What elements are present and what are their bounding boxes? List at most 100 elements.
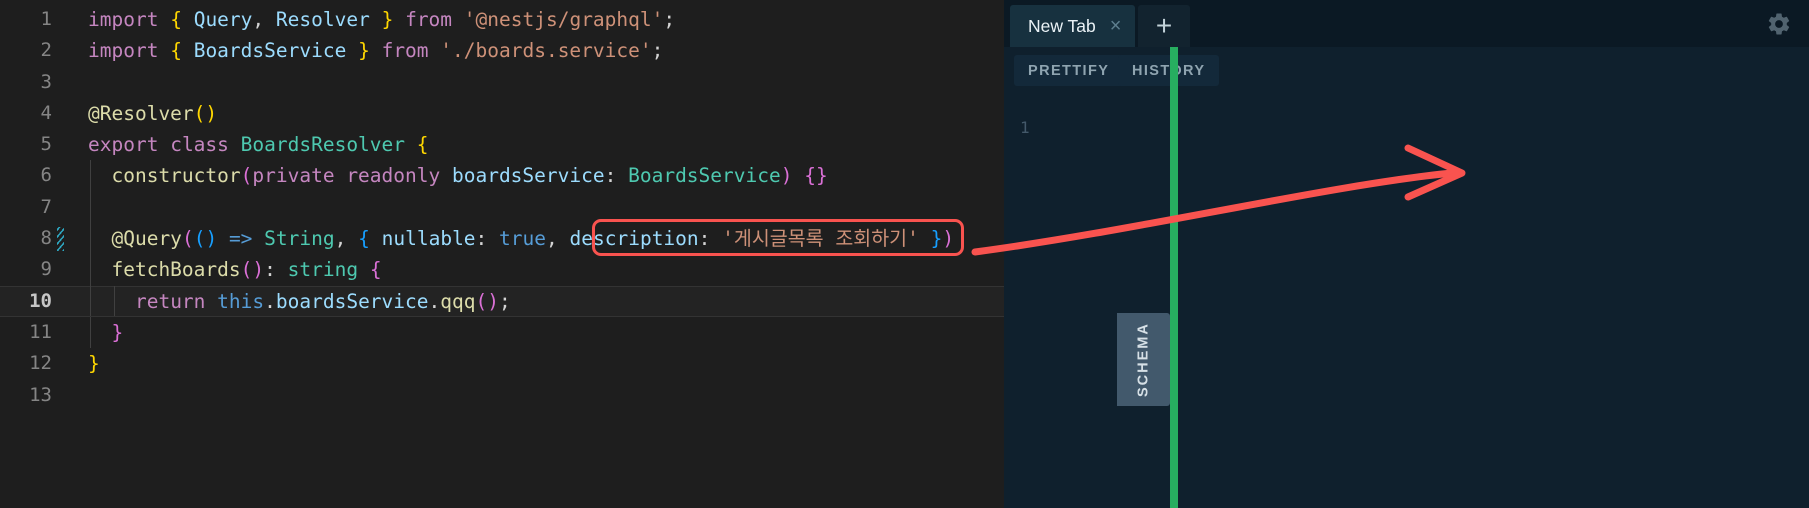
code-lines[interactable]: 1 import { Query, Resolver } from '@nestj… <box>0 4 1004 411</box>
line-content: } <box>88 348 100 379</box>
code-line[interactable]: 9 fetchBoards(): string { <box>0 254 1004 286</box>
line-content: @Resolver() <box>88 98 217 129</box>
code-token: ) <box>487 289 499 313</box>
line-number: 3 <box>40 70 52 93</box>
code-token: Resolver <box>275 8 370 31</box>
line-content: import { BoardsService } from './boards.… <box>88 35 663 66</box>
line-number: 6 <box>40 164 52 187</box>
code-token: qqq <box>440 289 476 313</box>
line-content: @Query(() => String, { nullable: true, d… <box>88 223 954 254</box>
code-token: BoardsService <box>628 164 781 188</box>
code-token: => <box>228 227 253 251</box>
line-number: 1 <box>40 8 52 30</box>
code-token: ( <box>193 101 206 125</box>
code-token: : <box>264 258 276 282</box>
screen-root: 1 import { Query, Resolver } from '@nestj… <box>0 0 1809 508</box>
line-number: 12 <box>29 352 52 375</box>
code-line[interactable]: 8 @Query(() => String, { nullable: true,… <box>0 223 1004 255</box>
code-editor[interactable]: 1 import { Query, Resolver } from '@nestj… <box>0 0 1004 508</box>
code-line[interactable]: 1 import { Query, Resolver } from '@nestj… <box>0 4 1004 35</box>
code-token: String <box>264 227 335 251</box>
prettify-button[interactable]: PRETTIFY <box>1014 55 1124 86</box>
query-editor-line-number: 1 <box>1020 118 1030 137</box>
code-line[interactable]: 3 <box>0 67 1004 98</box>
code-token: '@nestjs/graphql' <box>463 8 664 31</box>
code-token: ( <box>181 227 194 251</box>
query-editor[interactable] <box>1004 94 1174 508</box>
code-token: } <box>88 352 100 376</box>
code-token: ( <box>240 164 253 188</box>
code-token: @Query <box>111 227 182 251</box>
code-token: : <box>698 227 711 251</box>
playground-topbar: New Tab × + <box>1004 0 1809 47</box>
code-token: } <box>358 39 370 63</box>
code-token: nullable <box>381 227 476 251</box>
graphql-playground: New Tab × + PRETTIFY HISTORY 1 DOCS SCHE… <box>1004 0 1809 508</box>
code-token: private <box>252 164 335 188</box>
line-content: constructor(private readonly boardsServi… <box>88 160 827 191</box>
code-token: , <box>334 227 347 251</box>
code-token: ; <box>651 39 664 63</box>
code-line[interactable]: 7 <box>0 191 1004 224</box>
code-line[interactable]: 5 export class BoardsResolver { <box>0 129 1004 160</box>
sidebar-tab-schema[interactable]: SCHEMA <box>1117 313 1170 406</box>
code-token: : <box>604 164 617 188</box>
line-number: 8 <box>40 227 52 250</box>
close-icon[interactable]: × <box>1110 16 1122 36</box>
code-token: ; <box>663 8 676 31</box>
line-number: 10 <box>29 289 52 312</box>
tab-new-tab[interactable]: New Tab × <box>1010 5 1136 47</box>
code-line[interactable]: 13 <box>0 380 1004 411</box>
gear-icon[interactable] <box>1765 10 1793 38</box>
line-number: 4 <box>40 101 52 124</box>
code-token: ) <box>942 227 955 251</box>
code-token: { <box>170 39 182 63</box>
code-token: ) <box>780 164 793 188</box>
history-button[interactable]: HISTORY <box>1118 55 1220 86</box>
indent-guide <box>90 191 91 224</box>
code-token: from <box>381 39 429 63</box>
code-token: description <box>569 227 699 251</box>
code-line[interactable]: 6 constructor(private readonly boardsSer… <box>0 160 1004 192</box>
code-token: @Resolver <box>88 101 194 125</box>
line-number: 13 <box>29 383 52 406</box>
add-tab-button[interactable]: + <box>1138 5 1190 47</box>
code-token: true <box>499 227 547 251</box>
code-token: ( <box>193 227 206 251</box>
code-line[interactable]: 10 return this.boardsService.qqq(); <box>0 285 1004 318</box>
code-token: BoardsResolver <box>240 133 406 157</box>
code-token: from <box>405 8 453 31</box>
line-number: 7 <box>40 195 52 218</box>
code-line[interactable]: 4 @Resolver() <box>0 98 1004 129</box>
code-line[interactable]: 12} <box>0 348 1004 379</box>
code-token: import <box>88 39 159 63</box>
code-token: , <box>252 8 265 31</box>
code-line[interactable]: 2 import { BoardsService } from './boards… <box>0 35 1004 66</box>
code-token: import <box>88 8 159 31</box>
code-token: BoardsService <box>193 39 347 63</box>
code-token: . <box>428 289 441 313</box>
code-line[interactable]: 11 } <box>0 316 1004 349</box>
line-content: export class BoardsResolver { <box>88 129 429 160</box>
